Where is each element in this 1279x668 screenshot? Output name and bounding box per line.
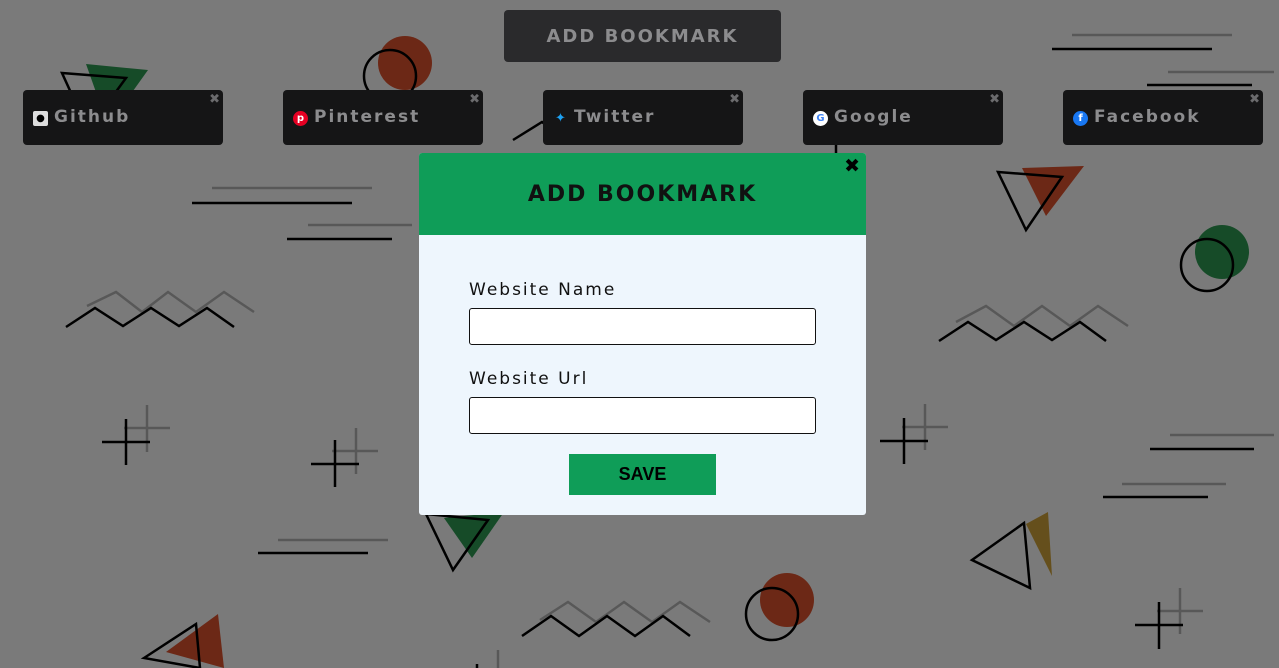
pinterest-icon: p: [293, 111, 308, 126]
website-url-input[interactable]: [469, 397, 816, 434]
google-icon: G: [813, 111, 828, 126]
facebook-icon: f: [1073, 111, 1088, 126]
website-name-label: Website Name: [469, 280, 617, 300]
add-bookmark-modal: ADD BOOKMARK ✖ Website Name Website Url …: [419, 153, 866, 515]
delete-bookmark-icon[interactable]: ✖: [729, 93, 740, 106]
bookmark-name[interactable]: Facebook: [1094, 107, 1201, 127]
close-modal-icon[interactable]: ✖: [844, 155, 860, 177]
bookmark-facebook[interactable]: f Facebook ✖: [1063, 90, 1263, 145]
bookmark-twitter[interactable]: ✦ Twitter ✖: [543, 90, 743, 145]
bookmark-name[interactable]: Twitter: [574, 107, 655, 127]
delete-bookmark-icon[interactable]: ✖: [1249, 93, 1260, 106]
website-name-input[interactable]: [469, 308, 816, 345]
website-url-label: Website Url: [469, 369, 589, 389]
bookmark-github[interactable]: ● Github ✖: [23, 90, 223, 145]
twitter-icon: ✦: [555, 111, 566, 126]
bookmark-name[interactable]: Github: [54, 107, 130, 127]
delete-bookmark-icon[interactable]: ✖: [469, 93, 480, 106]
modal-title: ADD BOOKMARK: [527, 181, 758, 207]
modal-header: ADD BOOKMARK: [419, 153, 866, 235]
github-icon: ●: [33, 111, 48, 126]
delete-bookmark-icon[interactable]: ✖: [989, 93, 1000, 106]
add-bookmark-button[interactable]: ADD BOOKMARK: [504, 10, 781, 62]
bookmark-google[interactable]: G Google ✖: [803, 90, 1003, 145]
bookmark-pinterest[interactable]: p Pinterest ✖: [283, 90, 483, 145]
save-button[interactable]: SAVE: [569, 454, 716, 495]
delete-bookmark-icon[interactable]: ✖: [209, 93, 220, 106]
bookmark-name[interactable]: Pinterest: [314, 107, 420, 127]
bookmark-name[interactable]: Google: [834, 107, 913, 127]
